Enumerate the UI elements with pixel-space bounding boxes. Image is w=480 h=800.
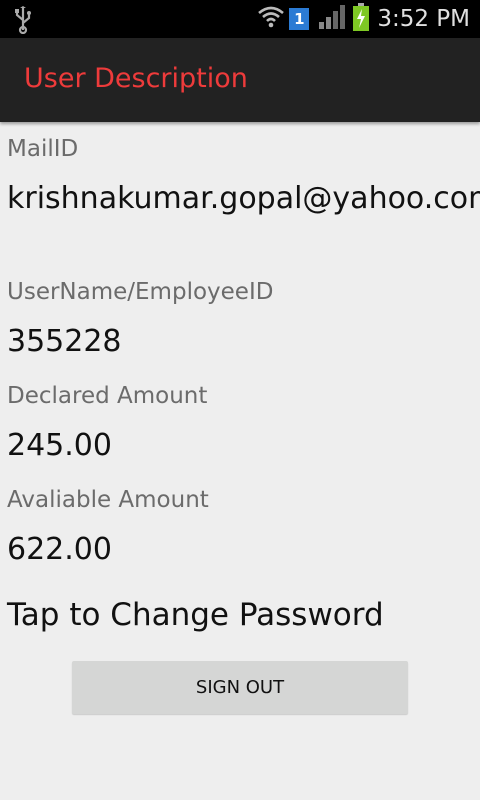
change-password-link[interactable]: Tap to Change Password: [7, 597, 384, 633]
status-bar: 1 3:52 PM: [0, 0, 480, 38]
username-label: UserName/EmployeeID: [7, 279, 274, 305]
wifi-icon: [257, 4, 285, 34]
declared-amount-label: Declared Amount: [7, 383, 208, 409]
action-bar: User Description: [0, 38, 480, 122]
mail-id-value: krishnakumar.gopal@yahoo.com: [7, 181, 480, 216]
signal-icon: [317, 5, 347, 33]
available-amount-value: 622.00: [7, 532, 112, 567]
declared-amount-value: 245.00: [7, 428, 112, 463]
clock: 3:52 PM: [377, 6, 470, 32]
available-amount-label: Avaliable Amount: [7, 487, 209, 513]
battery-charging-icon: [353, 3, 370, 35]
sim-icon: 1: [289, 8, 310, 30]
page-title: User Description: [24, 63, 248, 94]
sign-out-button[interactable]: SIGN OUT: [72, 661, 408, 714]
mail-id-label: MailID: [7, 136, 79, 162]
usb-icon: [12, 6, 34, 38]
username-value: 355228: [7, 324, 122, 359]
